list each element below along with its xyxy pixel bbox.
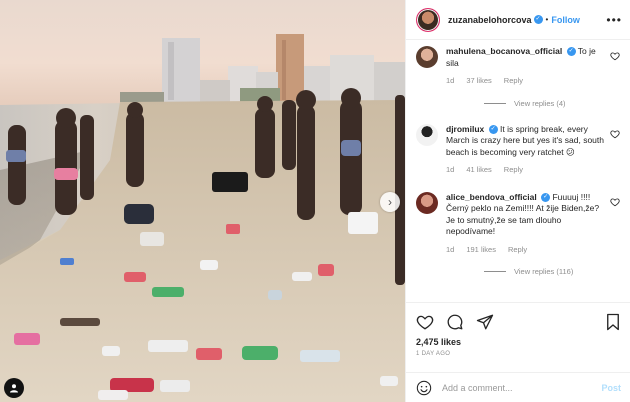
user-tag-icon: [10, 384, 18, 393]
user-tags-button[interactable]: [4, 378, 24, 398]
comment-item: mahulena_bocanova_official ✓ To je sila …: [416, 46, 620, 87]
comment-input[interactable]: [442, 382, 602, 393]
view-replies-label: View replies (4): [514, 98, 566, 108]
comment-likes[interactable]: 37 likes: [466, 75, 491, 87]
author-avatar[interactable]: [416, 7, 440, 32]
view-replies-button[interactable]: View replies (116): [484, 267, 620, 276]
follow-button[interactable]: Follow: [551, 15, 580, 25]
comment-likes[interactable]: 191 likes: [466, 244, 496, 256]
post-photo[interactable]: ›: [0, 0, 405, 402]
comment-likes[interactable]: 41 likes: [466, 164, 491, 176]
heart-icon[interactable]: [610, 51, 620, 61]
verified-badge-icon: ✓: [488, 124, 498, 134]
next-photo-button[interactable]: ›: [380, 192, 400, 212]
heart-icon[interactable]: [610, 197, 620, 207]
more-options-icon[interactable]: •••: [606, 14, 622, 26]
comment-item: djromilux ✓ It is spring break, every Ma…: [416, 123, 620, 176]
comment-username[interactable]: mahulena_bocanova_official: [446, 46, 562, 56]
heart-icon[interactable]: [610, 129, 620, 139]
post-time: 1 DAY AGO: [416, 351, 451, 357]
bookmark-icon[interactable]: [605, 313, 621, 331]
post-comment-button[interactable]: Post: [601, 383, 621, 393]
commenter-avatar[interactable]: [416, 46, 438, 68]
view-replies-label: View replies (116): [514, 267, 574, 276]
verified-badge-icon: ✓: [566, 47, 576, 57]
beach-scene-image: [0, 0, 405, 402]
chevron-right-icon: ›: [388, 195, 392, 209]
view-replies-button[interactable]: View replies (4): [484, 99, 620, 108]
instagram-post-modal: › zuzanabelohorcova ✓ • Follow ••• mahul…: [0, 0, 630, 402]
comment-age[interactable]: 1d: [446, 75, 454, 87]
comment-username[interactable]: djromilux: [446, 124, 484, 134]
comments-list[interactable]: mahulena_bocanova_official ✓ To je sila …: [406, 40, 630, 302]
reply-button[interactable]: Reply: [504, 164, 523, 176]
heart-icon[interactable]: [416, 313, 434, 331]
comment-age[interactable]: 1d: [446, 244, 454, 256]
add-comment-bar: Post: [406, 372, 630, 402]
post-header: zuzanabelohorcova ✓ • Follow •••: [406, 0, 630, 40]
likes-count[interactable]: 2,475 likes: [416, 337, 621, 347]
comment-item: alice_bendova_official ✓ Fuuuuj !!!! Čer…: [416, 191, 620, 256]
author-username[interactable]: zuzanabelohorcova: [448, 15, 532, 25]
comment-age[interactable]: 1d: [446, 164, 454, 176]
post-actions: 2,475 likes 1 DAY AGO: [406, 302, 630, 357]
reply-button[interactable]: Reply: [508, 244, 527, 256]
commenter-avatar[interactable]: [416, 123, 438, 146]
post-side-panel: zuzanabelohorcova ✓ • Follow ••• mahulen…: [405, 0, 630, 402]
verified-badge-icon: ✓: [533, 15, 543, 24]
comment-icon[interactable]: [446, 313, 464, 331]
reply-button[interactable]: Reply: [504, 75, 523, 87]
header-separator: •: [545, 15, 549, 24]
emoji-icon[interactable]: [416, 380, 432, 396]
comment-username[interactable]: alice_bendova_official: [446, 192, 537, 202]
share-icon[interactable]: [476, 313, 494, 331]
verified-badge-icon: ✓: [541, 192, 551, 202]
commenter-avatar[interactable]: [416, 191, 438, 214]
